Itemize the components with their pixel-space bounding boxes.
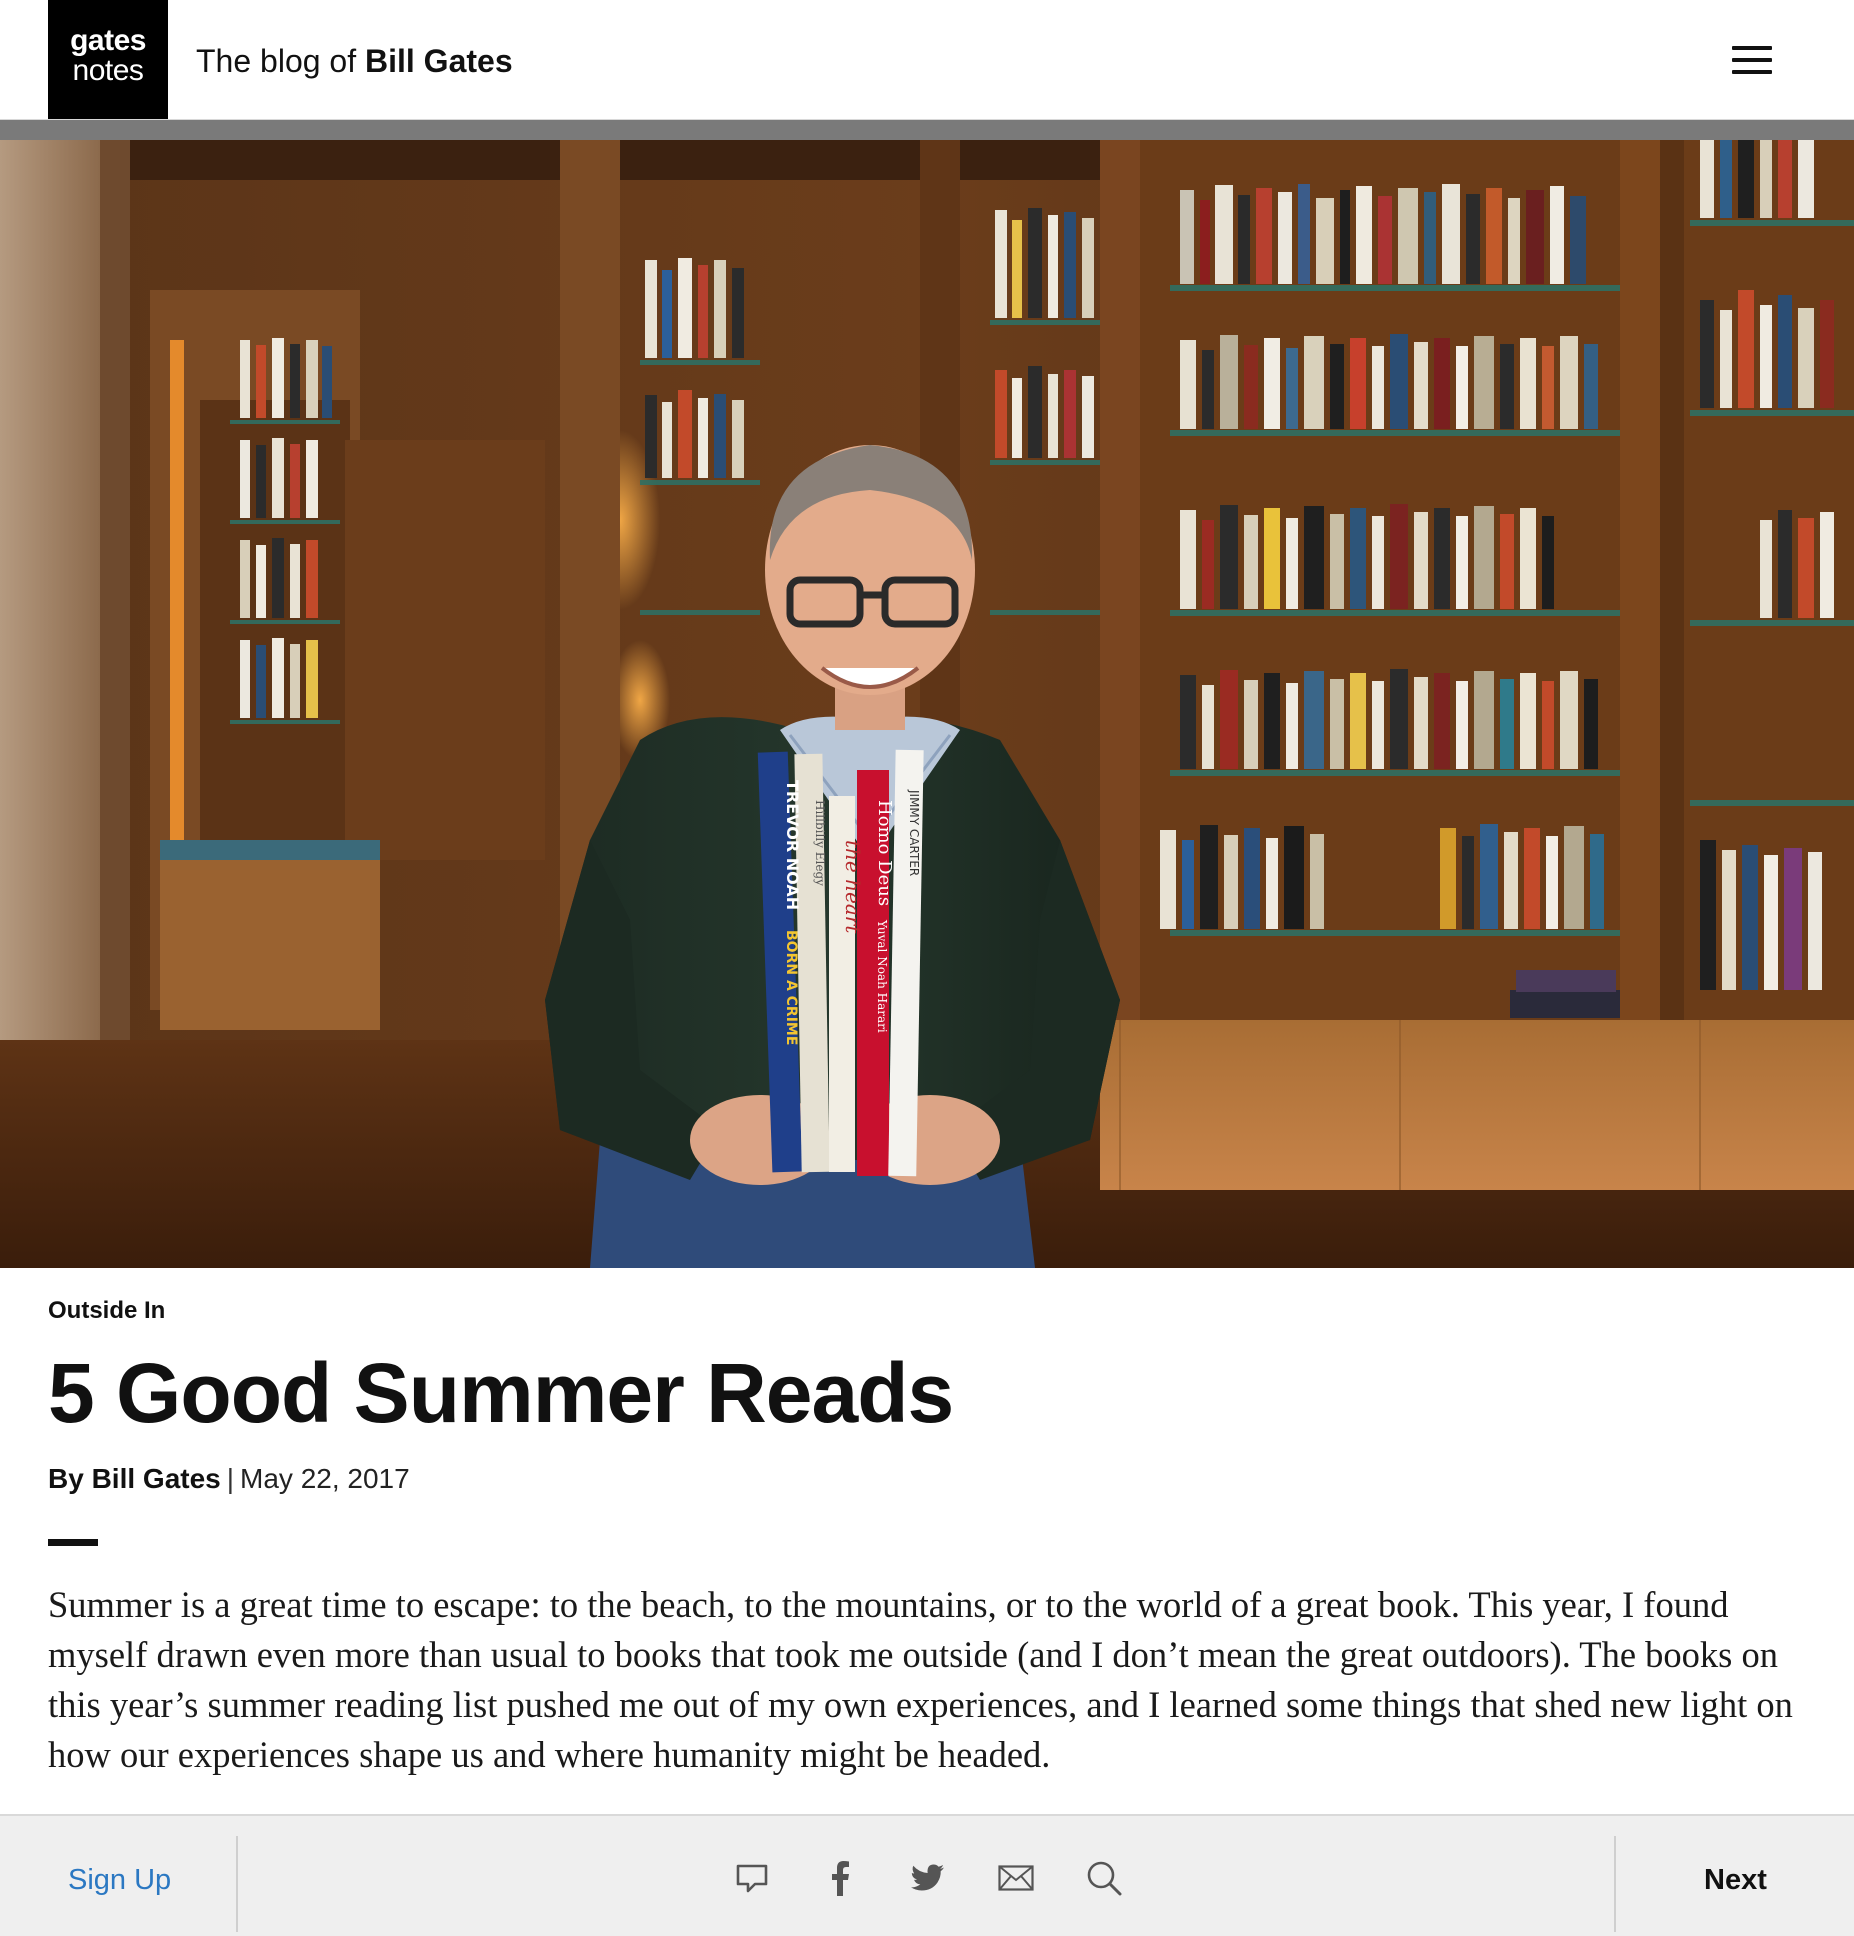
title-rule xyxy=(48,1539,98,1546)
toolbar-divider-left xyxy=(236,1836,238,1932)
gates-notes-logo[interactable]: gates notes xyxy=(48,0,168,119)
svg-text:the heart: the heart xyxy=(841,840,865,934)
sign-up-link[interactable]: Sign Up xyxy=(68,1864,171,1897)
article-date: May 22, 2017 xyxy=(240,1463,410,1494)
bottom-toolbar: Sign Up Next xyxy=(0,1814,1854,1936)
svg-text:Homo Deus: Homo Deus xyxy=(874,800,895,906)
hero-image: TREVOR NOAH BORN A CRIME Hillbilly Elegy… xyxy=(0,140,1854,1268)
hamburger-menu-icon[interactable] xyxy=(1728,42,1776,78)
svg-text:TREVOR NOAH: TREVOR NOAH xyxy=(783,780,802,910)
blog-title-author: Bill Gates xyxy=(365,43,513,79)
blog-title: The blog of Bill Gates xyxy=(196,42,513,80)
next-button[interactable]: Next xyxy=(1704,1864,1767,1897)
byline-separator: | xyxy=(226,1463,235,1494)
email-icon[interactable] xyxy=(994,1856,1038,1900)
article-title: 5 Good Summer Reads xyxy=(48,1346,954,1440)
toolbar-divider-right xyxy=(1614,1836,1616,1932)
svg-text:BORN A CRIME: BORN A CRIME xyxy=(783,930,799,1045)
site-header: gates notes The blog of Bill Gates xyxy=(0,0,1854,120)
comment-icon[interactable] xyxy=(730,1856,774,1900)
article-byline: By Bill Gates | May 22, 2017 xyxy=(48,1462,410,1496)
blog-title-prefix: The blog of xyxy=(196,43,365,79)
header-divider-band xyxy=(0,120,1854,140)
svg-text:Hillbilly Elegy: Hillbilly Elegy xyxy=(813,800,827,886)
logo-line-1: gates xyxy=(70,24,146,57)
svg-text:JIMMY CARTER: JIMMY CARTER xyxy=(907,789,921,876)
facebook-icon[interactable] xyxy=(818,1856,862,1900)
article-author[interactable]: By Bill Gates xyxy=(48,1463,221,1494)
logo-line-2: notes xyxy=(72,54,144,87)
twitter-icon[interactable] xyxy=(906,1856,950,1900)
svg-text:Yuval Noah Harari: Yuval Noah Harari xyxy=(875,919,889,1033)
search-icon[interactable] xyxy=(1082,1856,1126,1900)
article-body-paragraph: Summer is a great time to escape: to the… xyxy=(48,1584,1793,1775)
article-category[interactable]: Outside In xyxy=(48,1297,165,1325)
